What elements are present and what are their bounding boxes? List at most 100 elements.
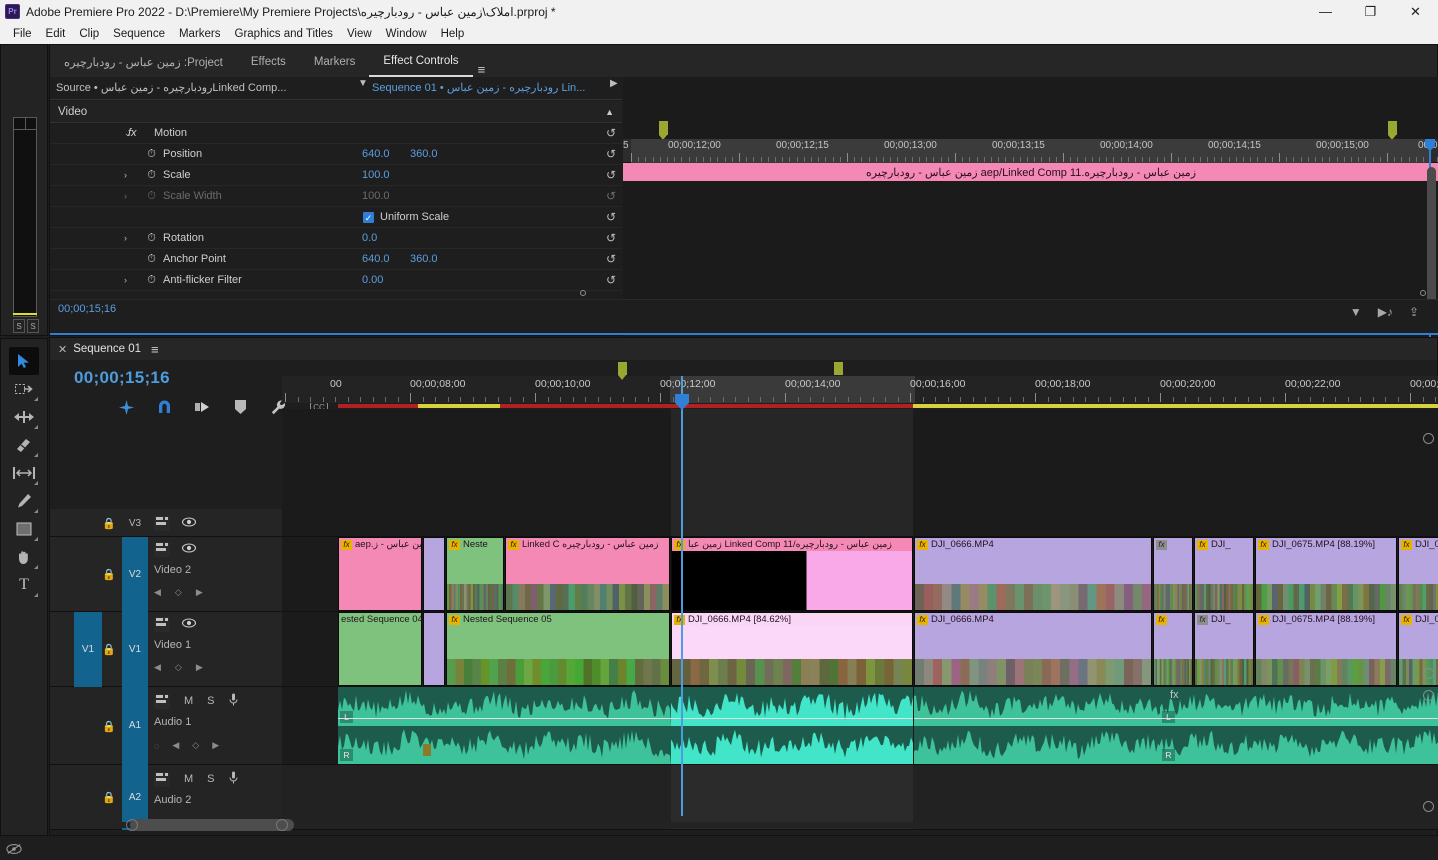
timeline-horizontal-scrollbar[interactable] bbox=[108, 819, 1438, 831]
uniform-scale-checkbox[interactable]: ✓ bbox=[363, 211, 374, 223]
lock-icon[interactable]: 🔒 bbox=[102, 568, 116, 581]
clip-fx-badge[interactable]: fx bbox=[341, 539, 352, 550]
scrollbar-thumb[interactable] bbox=[130, 819, 294, 831]
clip-fx-badge[interactable]: fx bbox=[1170, 689, 1179, 701]
clip-body[interactable] bbox=[1154, 551, 1192, 610]
export-frame-icon[interactable]: ⇪ bbox=[1409, 305, 1419, 319]
clip-body[interactable] bbox=[672, 551, 912, 610]
clip-body[interactable] bbox=[1256, 551, 1396, 610]
menu-item-help[interactable]: Help bbox=[434, 26, 472, 42]
lock-icon[interactable]: 🔒 bbox=[102, 643, 116, 656]
clip-body[interactable] bbox=[447, 626, 669, 685]
track-name-v3[interactable]: V3 bbox=[122, 518, 148, 530]
clip-fx-badge[interactable]: fx bbox=[674, 614, 685, 625]
timeline-clip[interactable]: fx DJI_0666.MP4 bbox=[914, 612, 1152, 686]
effect-row-motion[interactable]: ⌄ fx Motion ↺ bbox=[50, 123, 622, 144]
reset-icon[interactable]: ↺ bbox=[606, 210, 616, 224]
menu-item-graphics-and-titles[interactable]: Graphics and Titles bbox=[228, 26, 340, 42]
track-header-v1[interactable]: V1 🔒 V1 Video 1 ◀ ◇ ▶ bbox=[50, 612, 282, 687]
chevron-right-icon[interactable]: ▶ bbox=[610, 78, 618, 89]
timeline-menu-icon[interactable]: ≡ bbox=[151, 342, 159, 357]
effect-controls-clip-bar[interactable]: زمین عباس - رودبارچیره.aep/Linked Comp 1… bbox=[623, 163, 1438, 181]
clip-fx-badge[interactable]: fx bbox=[1156, 614, 1167, 625]
twirl-right-icon[interactable]: › bbox=[124, 170, 127, 180]
timeline-clip[interactable]: fx Nested Sequence 05 bbox=[446, 612, 670, 686]
lock-icon[interactable]: 🔒 bbox=[102, 791, 116, 804]
add-keyframe-icon[interactable]: ◇ bbox=[192, 740, 199, 751]
clip-body[interactable] bbox=[339, 551, 421, 610]
tab-project[interactable]: Project: زمین عباس - رودبارچیره bbox=[50, 47, 237, 77]
clip-fx-badge[interactable]: fx bbox=[1197, 539, 1208, 550]
twirl-right-icon[interactable]: › bbox=[124, 233, 127, 243]
clip-body[interactable] bbox=[424, 626, 444, 685]
ripple-edit-tool[interactable] bbox=[9, 403, 39, 431]
tab-effects[interactable]: Effects bbox=[237, 47, 300, 77]
track-target-v1[interactable]: V1 bbox=[122, 612, 148, 687]
track-output-eye-icon[interactable] bbox=[181, 618, 197, 631]
menu-item-edit[interactable]: Edit bbox=[39, 26, 73, 42]
keyframe-opacity-icon[interactable] bbox=[118, 399, 134, 415]
audio-volume-line[interactable] bbox=[671, 718, 913, 719]
voice-over-mic-icon[interactable] bbox=[229, 693, 238, 709]
ec-right-handle-dot[interactable] bbox=[1420, 290, 1426, 296]
track-output-eye-icon[interactable] bbox=[181, 517, 197, 530]
next-keyframe-icon[interactable]: ▶ bbox=[196, 662, 203, 673]
track-target-v2[interactable]: V2 bbox=[122, 537, 148, 612]
clip-body[interactable] bbox=[672, 626, 912, 685]
type-tool[interactable]: T bbox=[9, 571, 39, 599]
audio-clip[interactable]: LR bbox=[338, 687, 671, 764]
mute-track-button[interactable]: M bbox=[184, 773, 193, 785]
lane-a1[interactable]: L R L Rfx bbox=[282, 687, 1438, 765]
voice-over-mic-icon[interactable] bbox=[229, 771, 238, 787]
anti-flicker-value[interactable]: 0.00 bbox=[362, 274, 383, 286]
audio-volume-line[interactable] bbox=[338, 718, 671, 719]
slip-tool[interactable] bbox=[9, 459, 39, 487]
audio-volume-line[interactable] bbox=[1160, 718, 1438, 719]
clip-body[interactable] bbox=[1195, 626, 1253, 685]
lock-icon[interactable]: 🔒 bbox=[102, 720, 116, 733]
clip-marker[interactable] bbox=[423, 744, 431, 756]
track-target-a1[interactable]: A1 bbox=[122, 687, 148, 765]
clip-fx-badge[interactable]: fx bbox=[1197, 614, 1208, 625]
tab-markers[interactable]: Markers bbox=[300, 47, 370, 77]
close-button[interactable]: ✕ bbox=[1393, 0, 1438, 23]
razor-tool[interactable] bbox=[9, 431, 39, 459]
timeline-clip[interactable]: fxDJI_0676 bbox=[1398, 537, 1438, 611]
mute-track-button[interactable]: M bbox=[184, 695, 193, 707]
position-x-value[interactable]: 640.0 bbox=[362, 148, 390, 160]
effect-row-position[interactable]: ⏱ Position 640.0 360.0 ↺ bbox=[50, 144, 622, 165]
effect-row-anti-flicker-filter[interactable]: › ⏱ Anti-flicker Filter 0.00 ↺ bbox=[50, 270, 622, 291]
track-height-dot-a1[interactable] bbox=[1423, 690, 1434, 701]
sync-lock-icon[interactable] bbox=[154, 516, 170, 531]
prev-keyframe-icon[interactable]: ◀ bbox=[154, 587, 161, 598]
stopwatch-icon[interactable]: ⏱ bbox=[145, 253, 158, 266]
clip-fx-badge[interactable]: fx bbox=[674, 539, 685, 550]
clip-body[interactable] bbox=[915, 626, 1151, 685]
close-sequence-icon[interactable]: ✕ bbox=[50, 343, 73, 356]
lane-v3[interactable] bbox=[282, 409, 1438, 537]
sync-lock-icon[interactable] bbox=[154, 617, 170, 632]
reset-icon[interactable]: ↺ bbox=[606, 252, 616, 266]
reset-icon[interactable]: ↺ bbox=[606, 168, 616, 182]
effect-row-anchor-point[interactable]: ⏱ Anchor Point 640.0 360.0 ↺ bbox=[50, 249, 622, 270]
effect-row-scale[interactable]: › ⏱ Scale 100.0 ↺ bbox=[50, 165, 622, 186]
effect-controls-time-ruler[interactable]: 5 00;00;12;00 00;00;12;15 00;00;13;00 00… bbox=[623, 139, 1438, 163]
scale-value[interactable]: 100.0 bbox=[362, 169, 390, 181]
twirl-right-icon[interactable]: › bbox=[124, 275, 127, 285]
track-select-forward-tool[interactable] bbox=[9, 375, 39, 403]
audio-clip[interactable] bbox=[914, 687, 1160, 764]
timeline-clip[interactable]: fx DJI_ bbox=[1194, 537, 1254, 611]
menu-item-sequence[interactable]: Sequence bbox=[106, 26, 172, 42]
stopwatch-icon[interactable]: ⏱ bbox=[145, 169, 158, 182]
clip-fx-badge[interactable]: fx bbox=[917, 539, 928, 550]
add-marker-icon[interactable] bbox=[232, 399, 248, 415]
track-height-dot-v3[interactable] bbox=[1423, 433, 1434, 444]
tab-sequence-01[interactable]: Sequence 01 bbox=[73, 343, 141, 355]
effect-controls-vertical-scrollbar[interactable] bbox=[1427, 167, 1436, 317]
sequence-marker[interactable] bbox=[834, 362, 843, 375]
no-track-targeting-icon[interactable] bbox=[4, 840, 24, 858]
timeline-clip[interactable]: fx DJI_0675.MP4 [88.19%] bbox=[1255, 537, 1397, 611]
filter-icon[interactable]: ▼ bbox=[1350, 305, 1362, 319]
clip-body[interactable] bbox=[447, 551, 503, 610]
timeline-clip[interactable]: fx Neste bbox=[446, 537, 504, 611]
